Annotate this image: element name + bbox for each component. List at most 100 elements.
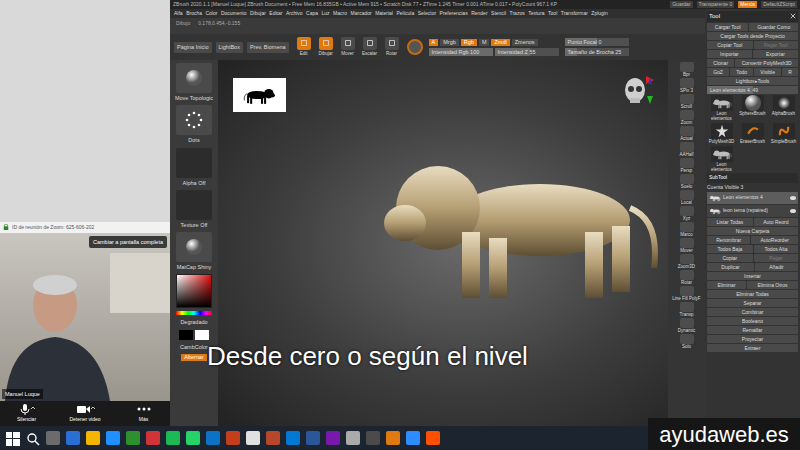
slider[interactable]: Punto Focal 0 xyxy=(565,38,629,46)
zoom-control[interactable]: Más xyxy=(134,403,154,424)
menu-item[interactable]: Textura xyxy=(528,10,544,18)
tool-button[interactable]: Visible xyxy=(754,68,781,76)
view-tool[interactable]: Bpr xyxy=(669,62,704,77)
menu-item[interactable]: Documento xyxy=(221,10,247,18)
tool-button[interactable]: Eliminar Todas xyxy=(707,290,798,298)
view-tool[interactable]: Zoom3D xyxy=(669,254,704,269)
transform-tool[interactable]: Rotar xyxy=(383,37,401,58)
palette-item[interactable]: Alpha Off xyxy=(174,148,214,187)
title-button[interactable]: Menús xyxy=(738,1,757,8)
app-icon[interactable] xyxy=(326,431,340,445)
menu-item[interactable]: Stencil xyxy=(491,10,506,18)
brush-icon[interactable] xyxy=(407,39,423,55)
view-tool[interactable]: Scroll xyxy=(669,94,704,109)
view-tool[interactable]: Xyz xyxy=(669,206,704,221)
view-tool[interactable]: Actual xyxy=(669,126,704,141)
view-tool[interactable]: Solo xyxy=(669,334,704,349)
hue-bar[interactable] xyxy=(176,311,212,315)
visibility-icon[interactable] xyxy=(790,196,796,200)
shelf-button[interactable]: Prev. Biomena xyxy=(247,42,289,53)
transform-tool[interactable]: Mover xyxy=(339,37,357,58)
view-tool[interactable]: Transp xyxy=(669,302,704,317)
subtool-item[interactable]: leon tema (repaired) xyxy=(707,205,798,217)
app-icon[interactable] xyxy=(66,431,80,445)
slider[interactable]: Intensidad Rgb 100 xyxy=(429,48,493,56)
transform-tool[interactable]: Edit xyxy=(295,37,313,58)
mode-toggle[interactable]: Zmenos xyxy=(512,39,538,46)
transform-tool[interactable]: Dibujar xyxy=(317,37,335,58)
title-button[interactable]: DefaultZScript xyxy=(761,1,797,8)
view-tool[interactable]: Line Fill PolyF xyxy=(669,286,704,301)
menu-item[interactable]: Selector xyxy=(418,10,436,18)
tool-thumbnail[interactable]: PolyMesh3D xyxy=(707,123,736,144)
view-tool[interactable]: Rotar xyxy=(669,270,704,285)
tool-button[interactable]: Nueva Carpeta xyxy=(707,227,798,235)
tool-button[interactable]: Proyectar xyxy=(707,335,798,343)
tool-button[interactable]: Convertir PolyMesh3D xyxy=(735,59,798,67)
tool-button[interactable]: GoZ xyxy=(707,68,729,76)
tool-button[interactable]: Todo xyxy=(730,68,753,76)
tool-button[interactable]: Guardar Como xyxy=(749,23,798,31)
transform-tool[interactable]: Escalar xyxy=(361,37,379,58)
mode-toggle[interactable]: M xyxy=(479,39,490,46)
menu-item[interactable]: Archivo xyxy=(286,10,303,18)
view-tool[interactable]: Suelo xyxy=(669,174,704,189)
mode-toggle[interactable]: Zmdl xyxy=(491,39,509,46)
view-tool[interactable]: Local xyxy=(669,190,704,205)
app-icon[interactable] xyxy=(146,431,160,445)
menu-item[interactable]: Render xyxy=(471,10,487,18)
menu-item[interactable]: Macro xyxy=(333,10,347,18)
title-button[interactable]: Transparente 0 xyxy=(697,1,735,8)
view-tool[interactable]: Mover xyxy=(669,238,704,253)
palette-item[interactable]: MatCap Shiny xyxy=(174,232,214,271)
tool-button[interactable]: R xyxy=(782,68,798,76)
tool-button[interactable]: Renombrar xyxy=(707,236,750,244)
visibility-icon[interactable] xyxy=(790,209,796,213)
menu-item[interactable]: Trazos xyxy=(510,10,525,18)
subtool-item[interactable]: Leon elementos 4 xyxy=(707,192,798,204)
slider[interactable]: Leon elementos 4. 49 xyxy=(707,86,798,94)
tool-button[interactable]: Remallar xyxy=(707,326,798,334)
view-tool[interactable]: Dynamic xyxy=(669,318,704,333)
view-tool[interactable]: Marco xyxy=(669,222,704,237)
tool-button[interactable]: Combinar xyxy=(707,308,798,316)
shelf-button[interactable]: LightBox xyxy=(216,42,243,53)
zoom-control[interactable]: Silenciar xyxy=(16,403,36,424)
menu-item[interactable]: Alfa xyxy=(174,10,183,18)
menu-item[interactable]: Luz xyxy=(322,10,330,18)
color-picker[interactable] xyxy=(176,274,212,308)
app-icon[interactable] xyxy=(406,431,420,445)
tool-button[interactable]: Todos Baja xyxy=(707,245,753,253)
app-icon[interactable] xyxy=(166,431,180,445)
app-icon[interactable] xyxy=(206,431,220,445)
menu-item[interactable]: Marcador xyxy=(351,10,372,18)
shelf-button[interactable]: Página Inicio xyxy=(174,42,212,53)
tool-button[interactable]: Insertar xyxy=(707,272,798,280)
tool-button[interactable]: Copiar Tool xyxy=(707,41,753,49)
view-tool[interactable]: Zoom xyxy=(669,110,704,125)
menu-item[interactable]: Preferencias xyxy=(440,10,468,18)
view-tool[interactable]: Persp xyxy=(669,158,704,173)
app-icon[interactable] xyxy=(86,431,100,445)
canvas[interactable] xyxy=(218,60,668,426)
tool-button[interactable]: Listar Todas xyxy=(707,218,753,226)
app-icon[interactable] xyxy=(126,431,140,445)
tool-button[interactable]: Copiar xyxy=(707,254,753,262)
app-icon[interactable] xyxy=(366,431,380,445)
menu-item[interactable]: Zplugin xyxy=(591,10,607,18)
tool-thumbnail[interactable]: AlphaBrush xyxy=(769,95,798,121)
app-icon[interactable] xyxy=(286,431,300,445)
tool-button[interactable]: AutoReorder xyxy=(751,236,798,244)
app-icon[interactable] xyxy=(426,431,440,445)
menu-item[interactable]: Transformar xyxy=(561,10,588,18)
alternate-button[interactable]: Alternar xyxy=(181,354,206,361)
app-icon[interactable] xyxy=(306,431,320,445)
tool-button[interactable]: Auto Reord xyxy=(754,218,798,226)
tool-button[interactable]: Cargar Tool xyxy=(707,23,748,31)
app-icon[interactable] xyxy=(346,431,360,445)
tool-button[interactable]: Duplicar xyxy=(707,263,754,271)
tool-button[interactable]: Clonar xyxy=(707,59,734,67)
palette-item[interactable]: Dots xyxy=(174,105,214,144)
tool-button[interactable]: Separar xyxy=(707,299,798,307)
menu-item[interactable]: Dibujar xyxy=(250,10,266,18)
